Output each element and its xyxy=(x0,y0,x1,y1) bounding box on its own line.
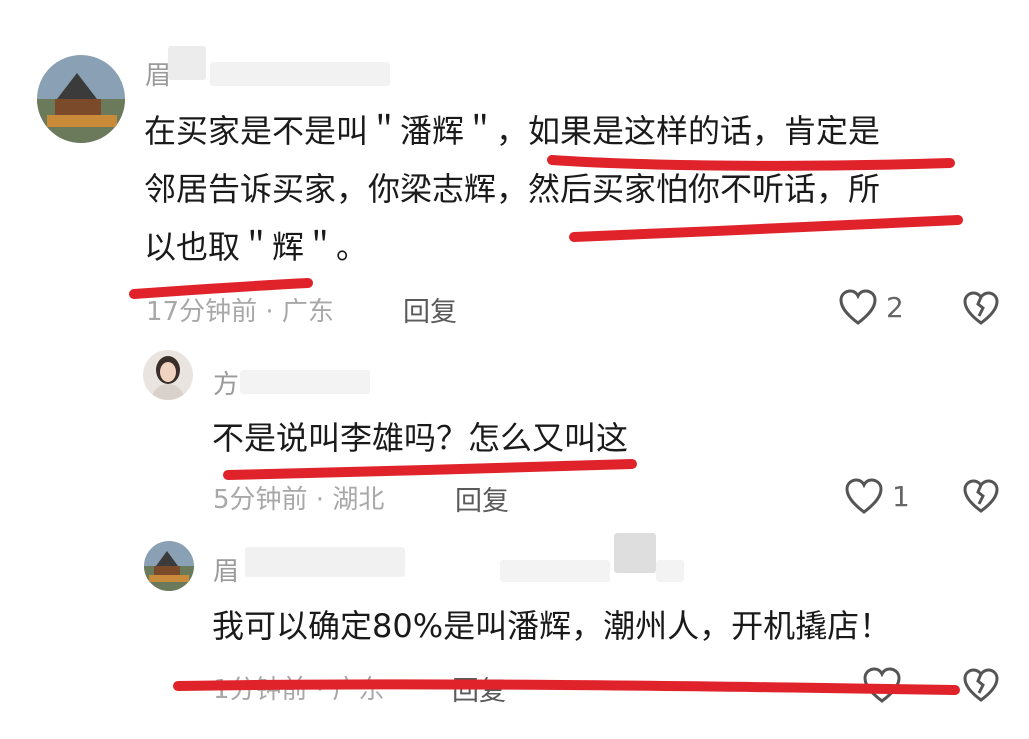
broken-heart-icon xyxy=(963,291,999,325)
avatar[interactable] xyxy=(144,541,194,591)
dislike-button[interactable] xyxy=(962,667,1000,703)
dislike-button[interactable] xyxy=(962,290,1000,326)
redacted-username xyxy=(240,370,370,394)
redacted-username xyxy=(500,560,610,582)
redacted-username xyxy=(245,547,405,577)
reply-button[interactable]: 回复 xyxy=(452,669,506,708)
avatar[interactable] xyxy=(37,55,125,143)
redacted-username xyxy=(168,46,206,80)
like-button[interactable] xyxy=(862,666,910,704)
comment-text-line: 不是说叫李雄吗？怎么又叫这 xyxy=(212,419,629,457)
heart-outline-icon xyxy=(845,478,883,514)
annotation-underline xyxy=(569,215,963,242)
comment-text-line: 邻居告诉买家，你梁志辉，然后买家怕你不听话，所 xyxy=(144,170,881,208)
broken-heart-icon xyxy=(963,668,999,702)
like-button[interactable]: 1 xyxy=(844,477,910,515)
redacted-username xyxy=(656,560,684,582)
comment-text-line: 我可以确定80%是叫潘辉，潮州人，开机撬店！ xyxy=(212,607,892,645)
comment-text-line: 在买家是不是叫＂潘辉＂，如果是这样的话，肯定是 xyxy=(144,112,881,150)
redacted-username xyxy=(614,533,656,573)
comment-meta: 1分钟前 · 广东 xyxy=(213,675,385,705)
reply-button[interactable]: 回复 xyxy=(455,479,509,518)
username[interactable]: 方 xyxy=(213,364,239,401)
heart-outline-icon xyxy=(863,667,901,703)
dislike-button[interactable] xyxy=(962,478,1000,514)
redacted-username xyxy=(210,62,390,86)
heart-outline-icon xyxy=(839,289,877,325)
reply-button[interactable]: 回复 xyxy=(403,290,457,329)
like-count: 2 xyxy=(886,290,904,324)
avatar[interactable] xyxy=(143,350,193,400)
comment-thread: 眉 在买家是不是叫＂潘辉＂，如果是这样的话，肯定是 邻居告诉买家，你梁志辉，然后… xyxy=(0,0,1029,739)
comment-text-line: 以也取＂辉＂。 xyxy=(144,228,369,266)
avatar-image xyxy=(37,55,125,143)
username[interactable]: 眉 xyxy=(213,551,239,588)
broken-heart-icon xyxy=(963,479,999,513)
like-button[interactable]: 2 xyxy=(838,288,904,326)
avatar-image xyxy=(144,541,194,591)
comment-meta: 5分钟前 · 湖北 xyxy=(213,485,385,515)
like-count: 1 xyxy=(892,479,910,513)
comment-meta: 17分钟前 · 广东 xyxy=(146,297,334,327)
avatar-image xyxy=(143,350,193,400)
